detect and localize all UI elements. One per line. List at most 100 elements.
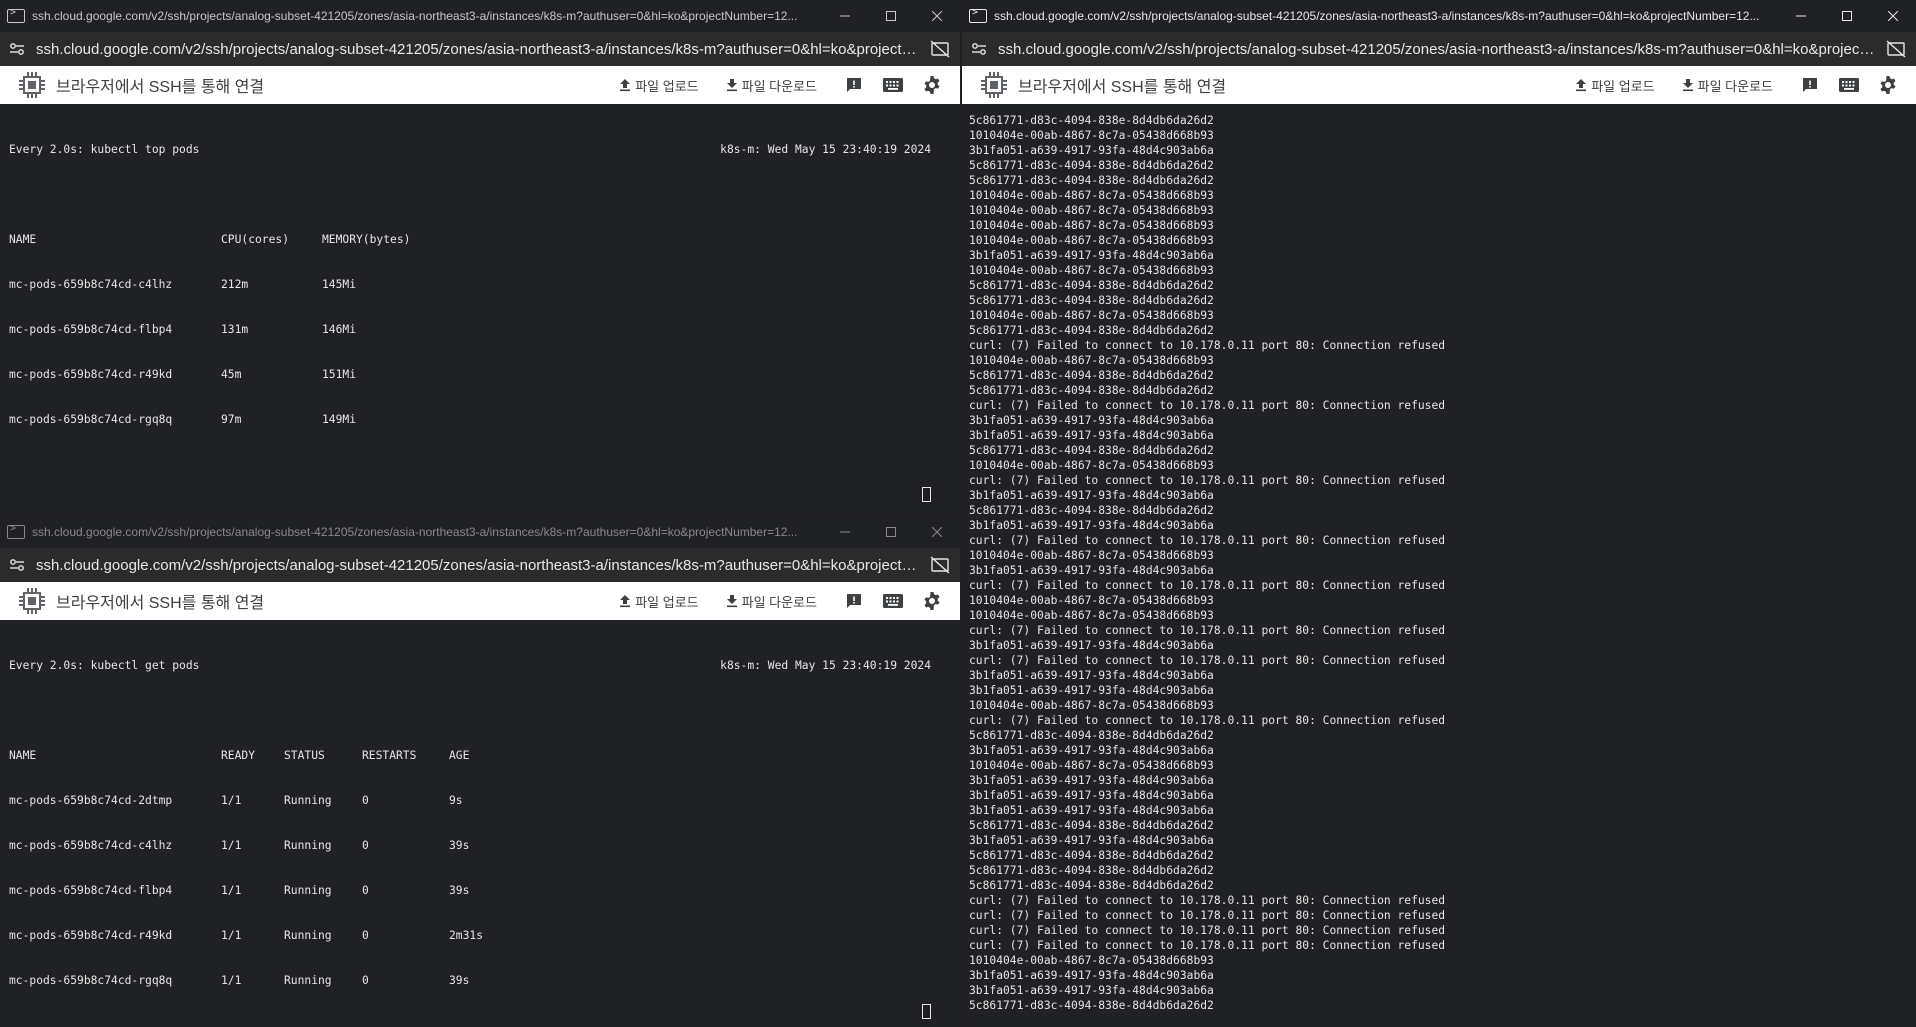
minimize-button[interactable] (822, 516, 868, 548)
close-button[interactable] (1870, 0, 1916, 32)
pod-ready: 1/1 (221, 839, 242, 852)
output-line: 3b1fa051-a639-4917-93fa-48d4c903ab6a (969, 969, 1214, 982)
url-text[interactable]: ssh.cloud.google.com/v2/ssh/projects/ana… (36, 557, 930, 574)
download-icon (726, 79, 737, 92)
url-text[interactable]: ssh.cloud.google.com/v2/ssh/projects/ana… (36, 41, 930, 58)
download-label: 파일 다운로드 (741, 594, 817, 610)
output-line: curl: (7) Failed to connect to 10.178.0.… (969, 534, 1446, 547)
pod-age: 39s (449, 884, 470, 897)
col-cpu: CPU(cores) (221, 233, 290, 246)
upload-label: 파일 업로드 (1591, 78, 1655, 94)
minimize-button[interactable] (822, 0, 868, 32)
feedback-icon[interactable] (843, 590, 865, 612)
pod-name: mc-pods-659b8c74cd-2dtmp (9, 794, 173, 807)
pod-ready: 1/1 (221, 794, 242, 807)
pod-name: mc-pods-659b8c74cd-r49kd (9, 368, 173, 381)
output-line: curl: (7) Failed to connect to 10.178.0.… (969, 474, 1446, 487)
output-line: 1010404e-00ab-4867-8c7a-05438d668b93 (969, 189, 1214, 202)
output-line: 1010404e-00ab-4867-8c7a-05438d668b93 (969, 219, 1214, 232)
upload-file-button[interactable]: 파일 업로드 (618, 592, 699, 611)
compute-chip-icon (980, 71, 1008, 99)
cast-off-icon[interactable] (930, 40, 950, 58)
output-line: 1010404e-00ab-4867-8c7a-05438d668b93 (969, 204, 1214, 217)
output-line: 5c861771-d83c-4094-838e-8d4db6da26d2 (969, 369, 1214, 382)
site-settings-icon[interactable] (8, 40, 26, 58)
output-line: 1010404e-00ab-4867-8c7a-05438d668b93 (969, 699, 1214, 712)
terminal-output[interactable]: Every 2.0s: kubectl top pods k8s-m: Wed … (0, 104, 960, 515)
table-row: mc-pods-659b8c74cd-r49kd 1/1 Running 0 2… (9, 928, 960, 943)
download-file-button[interactable]: 파일 다운로드 (725, 76, 817, 95)
gear-icon[interactable] (1877, 74, 1899, 96)
pod-restarts: 0 (362, 974, 369, 987)
col-name: NAME (9, 233, 37, 246)
cast-off-icon[interactable] (1886, 40, 1906, 58)
minimize-button[interactable] (1778, 0, 1824, 32)
gear-icon[interactable] (921, 74, 943, 96)
output-line: curl: (7) Failed to connect to 10.178.0.… (969, 399, 1446, 412)
keyboard-icon[interactable] (882, 590, 904, 612)
window-titlebar[interactable]: ssh.cloud.google.com/v2/ssh/projects/ana… (0, 0, 960, 32)
output-line: 3b1fa051-a639-4917-93fa-48d4c903ab6a (969, 639, 1214, 652)
feedback-icon[interactable] (1799, 74, 1821, 96)
table-header: NAME CPU(cores) MEMORY(bytes) (9, 232, 960, 247)
output-line: 3b1fa051-a639-4917-93fa-48d4c903ab6a (969, 144, 1214, 157)
output-line: 5c861771-d83c-4094-838e-8d4db6da26d2 (969, 444, 1214, 457)
output-line: curl: (7) Failed to connect to 10.178.0.… (969, 579, 1446, 592)
toolbar-title: 브라우저에서 SSH를 통해 연결 (56, 595, 265, 612)
output-line: 1010404e-00ab-4867-8c7a-05438d668b93 (969, 954, 1214, 967)
pod-status: Running (284, 884, 332, 897)
output-line: 5c861771-d83c-4094-838e-8d4db6da26d2 (969, 999, 1214, 1012)
close-button[interactable] (914, 516, 960, 548)
output-line: 3b1fa051-a639-4917-93fa-48d4c903ab6a (969, 564, 1214, 577)
terminal-app-icon (7, 523, 25, 539)
upload-icon (620, 79, 631, 92)
maximize-button[interactable] (1824, 0, 1870, 32)
download-file-button[interactable]: 파일 다운로드 (1681, 76, 1773, 95)
pod-restarts: 0 (362, 929, 369, 942)
output-line: 3b1fa051-a639-4917-93fa-48d4c903ab6a (969, 834, 1214, 847)
site-settings-icon[interactable] (8, 556, 26, 574)
feedback-icon[interactable] (843, 74, 865, 96)
terminal-app-icon (7, 7, 25, 23)
pod-name: mc-pods-659b8c74cd-rgq8q (9, 413, 173, 426)
table-row: mc-pods-659b8c74cd-c4lhz 212m 145Mi (9, 277, 960, 292)
output-line: 1010404e-00ab-4867-8c7a-05438d668b93 (969, 129, 1214, 142)
output-line: 3b1fa051-a639-4917-93fa-48d4c903ab6a (969, 489, 1214, 502)
ssh-window-get-pods: ssh.cloud.google.com/v2/ssh/projects/ana… (0, 516, 960, 1027)
upload-file-button[interactable]: 파일 업로드 (618, 76, 699, 95)
address-bar[interactable]: ssh.cloud.google.com/v2/ssh/projects/ana… (0, 32, 960, 66)
address-bar[interactable]: ssh.cloud.google.com/v2/ssh/projects/ana… (962, 32, 1916, 66)
terminal-output[interactable]: Every 2.0s: kubectl get pods k8s-m: Wed … (0, 620, 960, 1027)
terminal-app-icon (969, 7, 987, 23)
url-text[interactable]: ssh.cloud.google.com/v2/ssh/projects/ana… (998, 41, 1886, 58)
gear-icon[interactable] (921, 590, 943, 612)
close-button[interactable] (914, 0, 960, 32)
ssh-window-curl-output: ssh.cloud.google.com/v2/ssh/projects/ana… (962, 0, 1916, 1027)
ssh-toolbar: 브라우저에서 SSH를 통해 연결 파일 업로드 파일 다운로드 (0, 582, 960, 620)
window-titlebar[interactable]: ssh.cloud.google.com/v2/ssh/projects/ana… (962, 0, 1916, 32)
watch-command: Every 2.0s: kubectl top pods (9, 143, 200, 156)
pod-memory: 145Mi (322, 278, 357, 291)
cast-off-icon[interactable] (930, 556, 950, 574)
output-line: 5c861771-d83c-4094-838e-8d4db6da26d2 (969, 729, 1214, 742)
keyboard-icon[interactable] (882, 74, 904, 96)
upload-file-button[interactable]: 파일 업로드 (1574, 76, 1655, 95)
keyboard-icon[interactable] (1838, 74, 1860, 96)
output-line: 3b1fa051-a639-4917-93fa-48d4c903ab6a (969, 669, 1214, 682)
col-name: NAME (9, 749, 37, 762)
compute-chip-icon (18, 587, 46, 615)
maximize-button[interactable] (868, 516, 914, 548)
output-line: 3b1fa051-a639-4917-93fa-48d4c903ab6a (969, 684, 1214, 697)
maximize-button[interactable] (868, 0, 914, 32)
window-titlebar[interactable]: ssh.cloud.google.com/v2/ssh/projects/ana… (0, 516, 960, 548)
site-settings-icon[interactable] (970, 40, 988, 58)
address-bar[interactable]: ssh.cloud.google.com/v2/ssh/projects/ana… (0, 548, 960, 582)
terminal-cursor (922, 1004, 931, 1019)
col-age: AGE (449, 749, 470, 762)
output-line: 3b1fa051-a639-4917-93fa-48d4c903ab6a (969, 744, 1214, 757)
pod-name: mc-pods-659b8c74cd-c4lhz (9, 278, 173, 291)
download-file-button[interactable]: 파일 다운로드 (725, 592, 817, 611)
terminal-output[interactable]: 5c861771-d83c-4094-838e-8d4db6da26d2 1010… (962, 104, 1916, 1027)
output-line: 1010404e-00ab-4867-8c7a-05438d668b93 (969, 264, 1214, 277)
ssh-window-top-pods: ssh.cloud.google.com/v2/ssh/projects/ana… (0, 0, 960, 515)
